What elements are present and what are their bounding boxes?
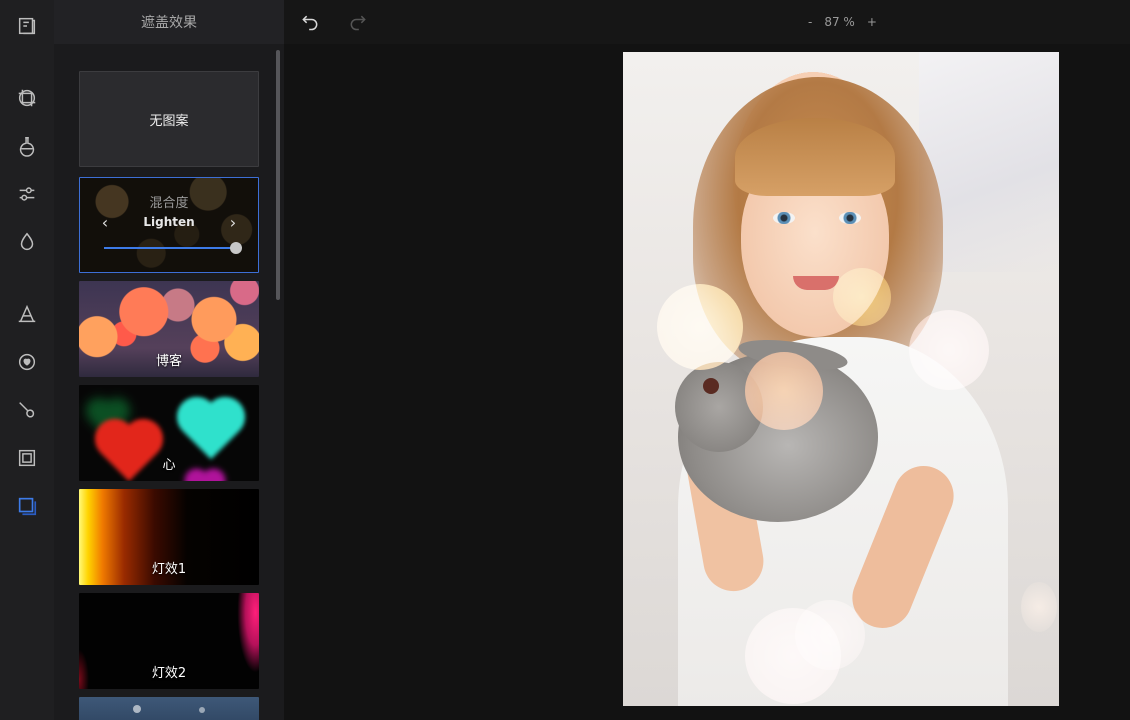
blend-slider[interactable] — [104, 242, 242, 254]
bokeh-light — [795, 600, 865, 670]
photo-bunny-eye — [703, 378, 719, 394]
top-toolbar: - 87 % + — [284, 0, 1130, 44]
flask-icon[interactable] — [13, 132, 41, 160]
brush-icon[interactable] — [13, 396, 41, 424]
zoom-value: 87 % — [824, 15, 855, 29]
tile-label: 灯效2 — [151, 666, 187, 681]
blend-settings-tile[interactable]: 混合度 ‹ Lighten › — [79, 177, 259, 273]
overlay-tile-heart[interactable]: 心 — [79, 385, 259, 481]
zoom-in-button[interactable]: + — [863, 15, 881, 29]
text-icon[interactable] — [13, 300, 41, 328]
heart-shape — [188, 472, 222, 481]
overlay-tile-light1[interactable]: 灯效1 — [79, 489, 259, 585]
overlay-icon[interactable] — [13, 492, 41, 520]
panel-title: 遮盖效果 — [54, 0, 284, 44]
zoom-out-button[interactable]: - — [804, 15, 816, 29]
document-icon[interactable] — [13, 12, 41, 40]
blend-mode-selector: ‹ Lighten › — [80, 214, 258, 232]
redo-icon[interactable] — [345, 9, 371, 35]
frame-icon[interactable] — [13, 444, 41, 472]
scrollbar-thumb[interactable] — [276, 50, 280, 300]
overlay-tile-bokeh[interactable]: 博客 — [79, 281, 259, 377]
tool-rail — [0, 0, 54, 720]
zoom-control: - 87 % + — [804, 12, 881, 32]
tile-label: 心 — [162, 458, 176, 473]
bokeh-light — [833, 268, 891, 326]
overlay-panel: 遮盖效果 无图案 混合度 ‹ Lighten › 博客 心 灯效1 灯效2 — [54, 0, 284, 720]
crop-icon[interactable] — [13, 84, 41, 112]
bokeh-light — [1021, 582, 1057, 632]
photo-eye — [773, 212, 795, 224]
heart-shape — [182, 402, 240, 460]
photo-eye — [839, 212, 861, 224]
overlay-tile-none[interactable]: 无图案 — [79, 71, 259, 167]
blend-title: 混合度 — [149, 196, 189, 211]
tile-label: 灯效1 — [151, 562, 187, 577]
sticker-icon[interactable] — [13, 348, 41, 376]
tile-label: 无图案 — [149, 113, 189, 129]
undo-icon[interactable] — [297, 9, 323, 35]
overlay-tile-light2[interactable]: 灯效2 — [79, 593, 259, 689]
editor-canvas — [284, 44, 1130, 720]
bokeh-light — [909, 310, 989, 390]
chevron-right-icon[interactable]: › — [225, 214, 241, 232]
photo-mouth — [793, 276, 839, 290]
bokeh-light — [745, 352, 823, 430]
blend-slider-handle[interactable] — [230, 242, 242, 254]
adjust-sliders-icon[interactable] — [13, 180, 41, 208]
photo-bangs — [735, 118, 895, 196]
panel-scrollbar[interactable] — [275, 44, 281, 720]
edited-photo[interactable] — [623, 52, 1059, 706]
bokeh-light — [657, 284, 743, 370]
tile-label: 博客 — [155, 354, 182, 369]
drop-icon[interactable] — [13, 228, 41, 256]
overlay-tile-partial[interactable] — [79, 697, 259, 720]
